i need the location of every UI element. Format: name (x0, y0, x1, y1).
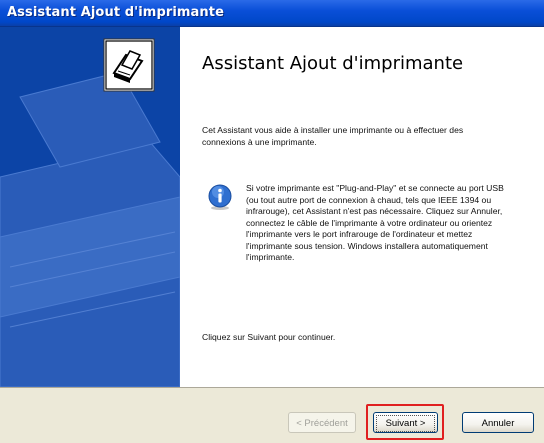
continue-instruction: Cliquez sur Suivant pour continuer. (202, 332, 336, 342)
wizard-heading: Assistant Ajout d'imprimante (202, 53, 464, 74)
window-title: Assistant Ajout d'imprimante (7, 5, 225, 20)
next-button-highlight (366, 404, 444, 440)
info-text: Si votre imprimante est "Plug-and-Play" … (246, 183, 504, 262)
cancel-button[interactable]: Annuler (462, 412, 534, 433)
intro-text: Cet Assistant vous aide à installer une … (202, 125, 464, 147)
wizard-content: Assistant Ajout d'imprimante Cet Assista… (180, 27, 544, 387)
title-bar[interactable]: Assistant Ajout d'imprimante (0, 0, 544, 27)
printer-icon (103, 38, 155, 92)
previous-button[interactable]: < Précédent (288, 412, 356, 433)
printer-illustration (0, 38, 180, 387)
wizard-side-panel (0, 27, 180, 387)
info-icon (208, 184, 232, 210)
button-bar: < Précédent Suivant > Annuler (0, 387, 544, 443)
add-printer-wizard-window: Assistant Ajout d'imprimante Assistant A… (0, 0, 544, 443)
